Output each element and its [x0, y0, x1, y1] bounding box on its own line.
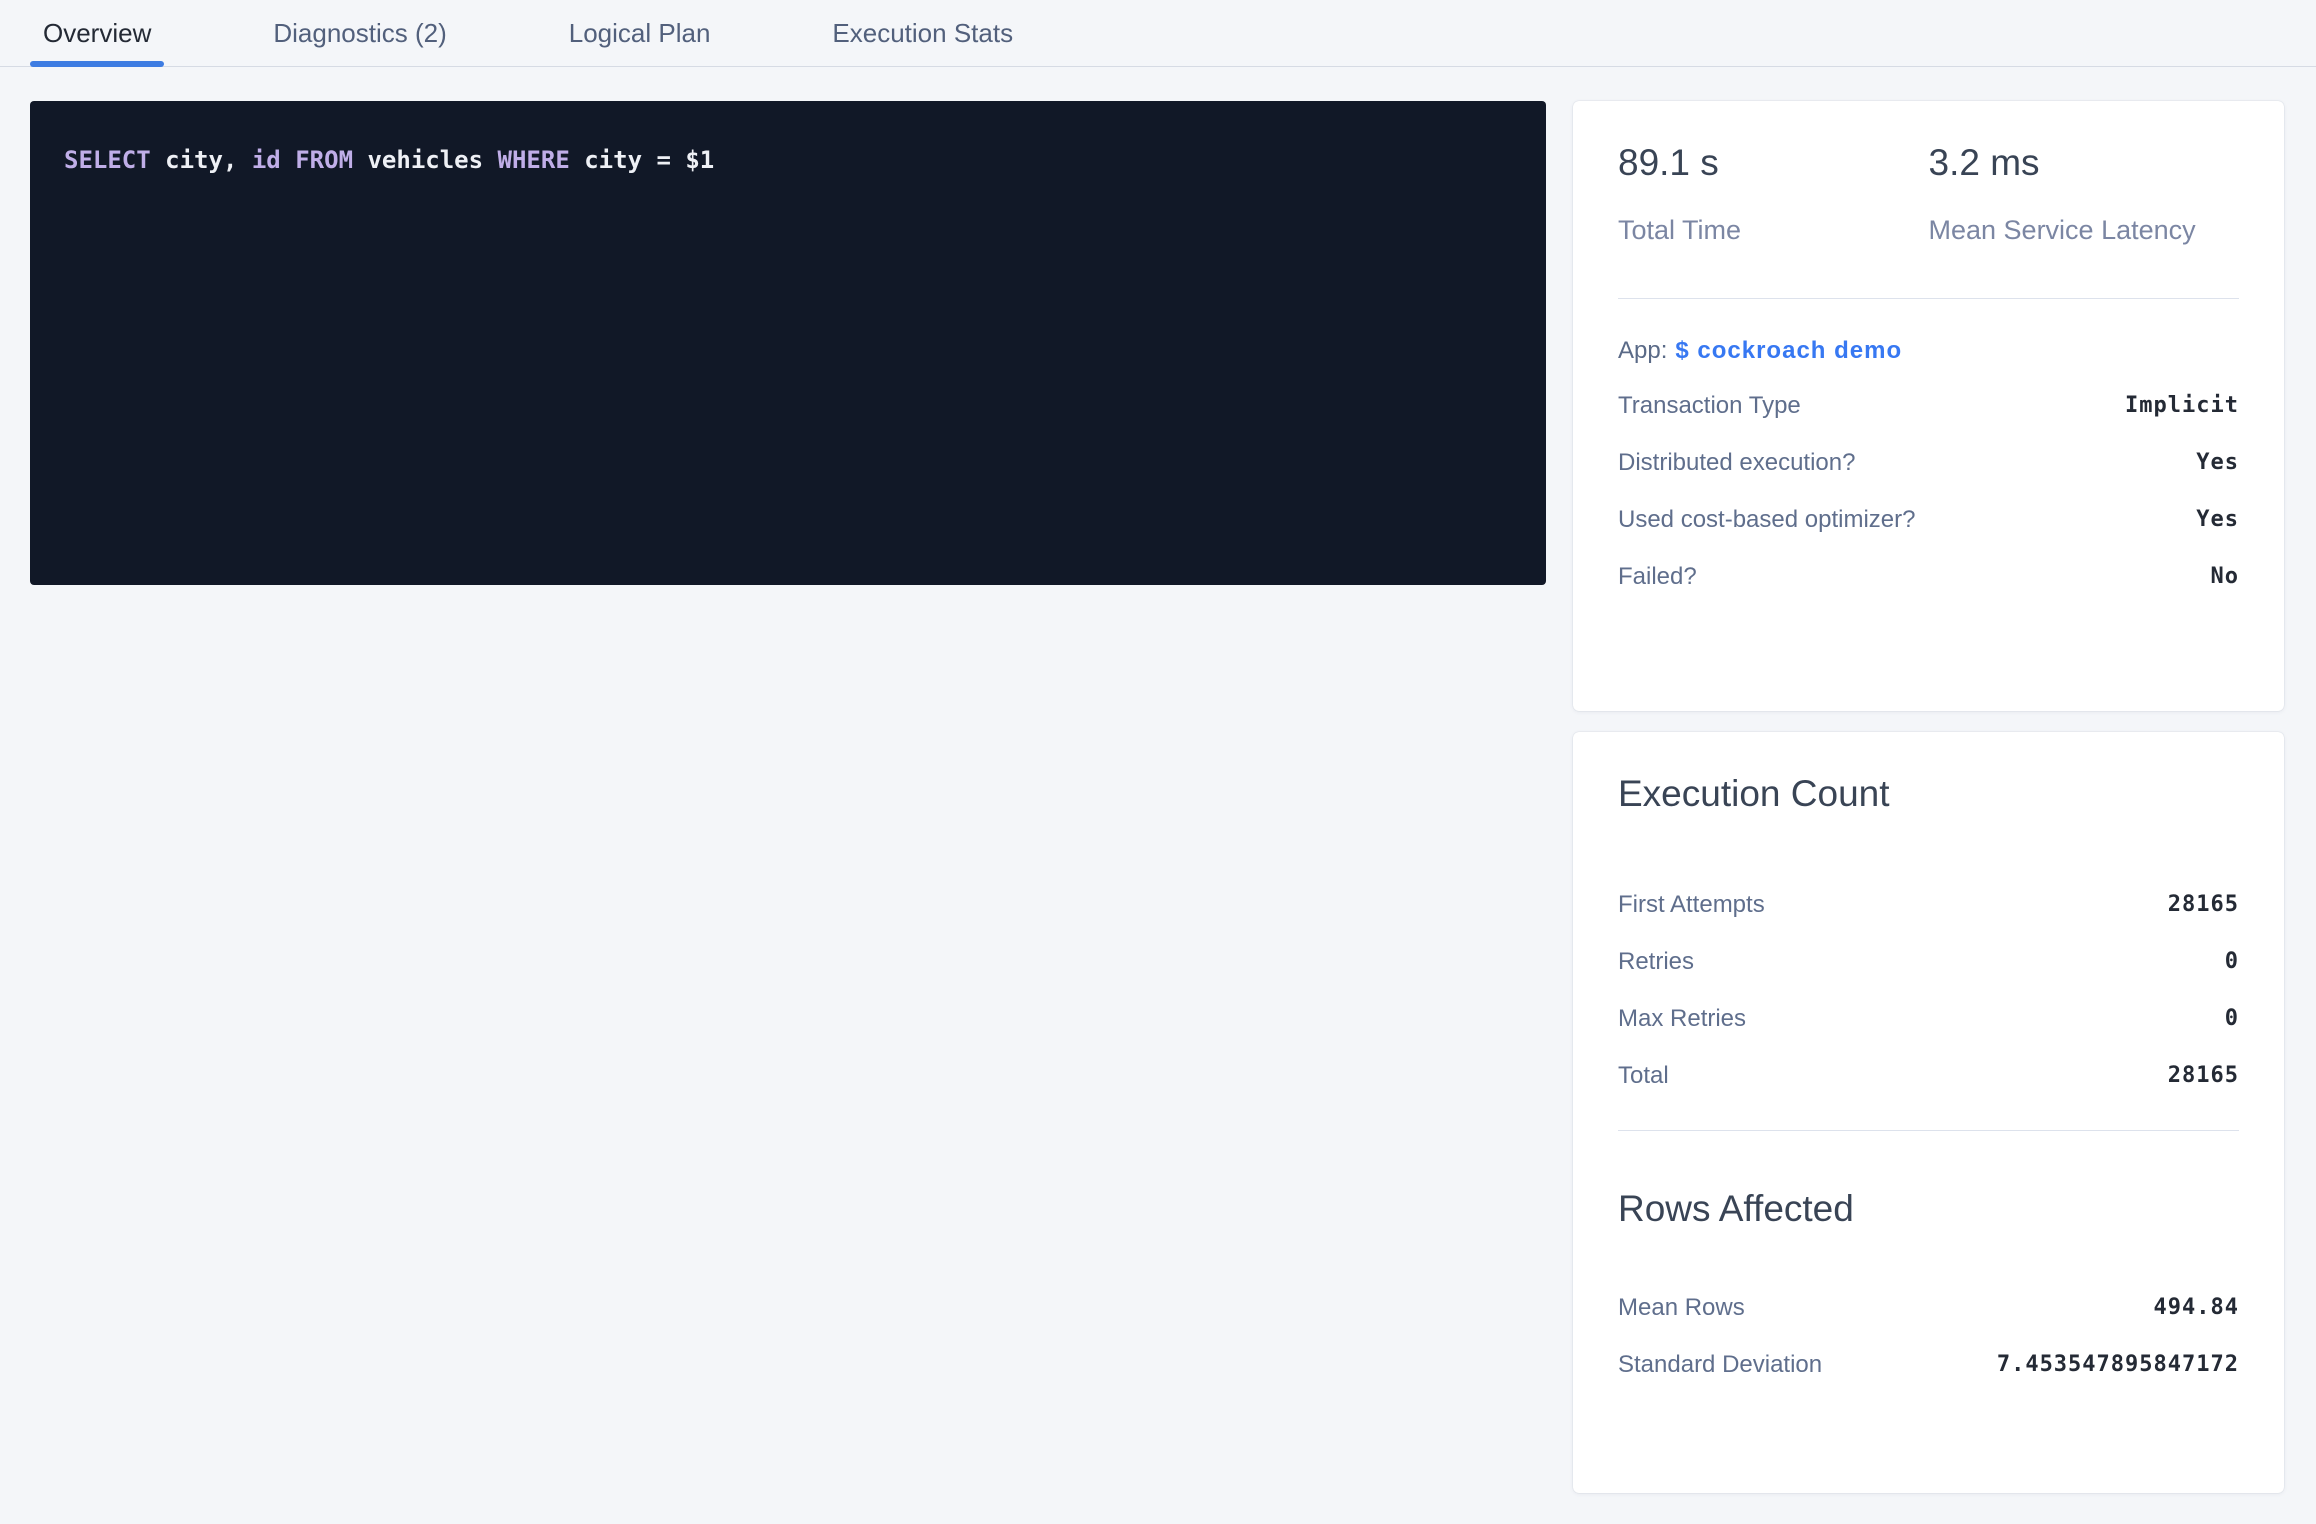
sql-text — [281, 146, 295, 174]
mean-service-latency-label: Mean Service Latency — [1929, 215, 2240, 246]
execution-count-rows: First Attempts 28165 Retries 0 Max Retri… — [1618, 876, 2239, 1104]
stat-label: Distributed execution? — [1618, 449, 1855, 477]
stat-value: 494.84 — [2154, 1295, 2239, 1320]
stat-row: Standard Deviation 7.453547895847172 — [1618, 1336, 2239, 1393]
app-label: App: — [1618, 337, 1667, 364]
stat-value: 7.453547895847172 — [1997, 1352, 2239, 1377]
tab-label: Execution Stats — [832, 18, 1013, 49]
sql-keyword: SELECT — [64, 146, 151, 174]
app-link[interactable]: $ cockroach demo — [1675, 337, 1902, 364]
tab-label: Logical Plan — [569, 18, 711, 49]
summary-divider — [1618, 298, 2239, 299]
sql-keyword: id — [252, 146, 281, 174]
stat-row: Retries 0 — [1618, 933, 2239, 990]
stat-label: First Attempts — [1618, 891, 1765, 919]
stat-row: Total 28165 — [1618, 1047, 2239, 1104]
sql-statement: SELECT city, id FROM vehicles WHERE city… — [64, 146, 714, 174]
stat-value: 28165 — [2168, 892, 2239, 917]
total-time-metric: 89.1 s Total Time — [1618, 141, 1929, 246]
stat-label: Max Retries — [1618, 1005, 1746, 1033]
tab-label: Overview — [43, 18, 151, 49]
stat-value: 0 — [2225, 949, 2239, 974]
details-column: 89.1 s Total Time 3.2 ms Mean Service La… — [1573, 101, 2284, 1493]
summary-attribute-rows: Transaction Type Implicit Distributed ex… — [1618, 377, 2239, 605]
tab-diagnostics-2[interactable]: Diagnostics (2) — [260, 0, 459, 66]
stat-label: Transaction Type — [1618, 392, 1801, 420]
stat-value: Yes — [2196, 450, 2239, 475]
rows-affected-title: Rows Affected — [1618, 1187, 2239, 1231]
sql-keyword: FROM — [295, 146, 353, 174]
mean-service-latency-value: 3.2 ms — [1929, 141, 2240, 185]
stat-label: Retries — [1618, 948, 1694, 976]
sql-text: city = $1 — [570, 146, 715, 174]
tab-label: Diagnostics (2) — [273, 18, 446, 49]
metrics-row: 89.1 s Total Time 3.2 ms Mean Service La… — [1618, 141, 2239, 246]
stat-row: Failed? No — [1618, 548, 2239, 605]
tab-execution-stats[interactable]: Execution Stats — [819, 0, 1026, 66]
statement-overview-page: SELECT city, id FROM vehicles WHERE city… — [0, 67, 2316, 1493]
mean-service-latency-metric: 3.2 ms Mean Service Latency — [1929, 141, 2240, 246]
sql-text: city, — [151, 146, 252, 174]
sql-keyword: WHERE — [498, 146, 570, 174]
stat-row: Mean Rows 494.84 — [1618, 1279, 2239, 1336]
stat-label: Standard Deviation — [1618, 1351, 1822, 1379]
stat-label: Failed? — [1618, 563, 1697, 591]
rows-affected-rows: Mean Rows 494.84 Standard Deviation 7.45… — [1618, 1279, 2239, 1393]
tab-bar: Overview Diagnostics (2) Logical Plan Ex… — [0, 0, 2316, 67]
stat-label: Total — [1618, 1062, 1669, 1090]
tab-overview[interactable]: Overview — [30, 0, 164, 66]
app-row: App: $ cockroach demo — [1618, 337, 2239, 365]
overview-summary-card: 89.1 s Total Time 3.2 ms Mean Service La… — [1573, 101, 2284, 711]
stat-row: First Attempts 28165 — [1618, 876, 2239, 933]
stat-value: 0 — [2225, 1006, 2239, 1031]
sql-statement-box: SELECT city, id FROM vehicles WHERE city… — [30, 101, 1546, 585]
stat-value: Yes — [2196, 507, 2239, 532]
stat-value: 28165 — [2168, 1063, 2239, 1088]
tab-list: Overview Diagnostics (2) Logical Plan Ex… — [30, 0, 1122, 66]
sql-text: vehicles — [353, 146, 498, 174]
stat-row: Distributed execution? Yes — [1618, 434, 2239, 491]
stat-row: Max Retries 0 — [1618, 990, 2239, 1047]
stat-label: Mean Rows — [1618, 1294, 1745, 1322]
execution-count-title: Execution Count — [1618, 772, 2239, 816]
tab-logical-plan[interactable]: Logical Plan — [556, 0, 724, 66]
stat-row: Transaction Type Implicit — [1618, 377, 2239, 434]
stat-value: Implicit — [2125, 393, 2239, 418]
total-time-value: 89.1 s — [1618, 141, 1929, 185]
stat-row: Used cost-based optimizer? Yes — [1618, 491, 2239, 548]
total-time-label: Total Time — [1618, 215, 1929, 246]
statement-column: SELECT city, id FROM vehicles WHERE city… — [30, 101, 1546, 585]
stat-label: Used cost-based optimizer? — [1618, 506, 1915, 534]
stat-value: No — [2211, 564, 2240, 589]
execution-stats-card: Execution Count First Attempts 28165 Ret… — [1573, 732, 2284, 1493]
stats-divider — [1618, 1130, 2239, 1131]
